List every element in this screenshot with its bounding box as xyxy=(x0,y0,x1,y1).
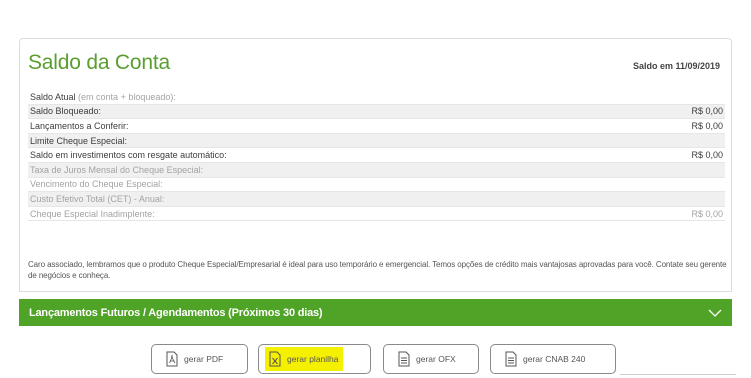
export-ofx-button[interactable]: gerar OFX xyxy=(383,344,479,374)
row-saldo-investimentos: Saldo em investimentos com resgate autom… xyxy=(28,148,725,163)
row-label: Limite Cheque Especial: xyxy=(30,135,128,146)
row-cet-anual: Custo Efetivo Total (CET) - Anual: xyxy=(28,192,725,207)
row-vencimento: Vencimento do Cheque Especial: xyxy=(28,178,725,193)
future-transactions-toggle[interactable]: Lançamentos Futuros / Agendamentos (Próx… xyxy=(19,299,732,326)
row-limite-cheque-especial: Limite Cheque Especial: xyxy=(28,133,725,149)
export-cnab-label: gerar CNAB 240 xyxy=(523,354,586,364)
row-saldo-atual: Saldo Atual (em conta + bloqueado): xyxy=(28,90,725,105)
row-cheque-inadimplente: Cheque Especial Inadimplente: R$ 0,00 xyxy=(28,207,725,222)
balance-date: Saldo em 11/09/2019 xyxy=(632,61,720,71)
row-value: R$ 0,00 xyxy=(691,120,723,131)
balance-rows: Saldo Atual (em conta + bloqueado): Sald… xyxy=(28,90,725,222)
divider xyxy=(620,374,736,375)
row-value: R$ 0,00 xyxy=(691,106,723,117)
account-balance-card: Saldo da Conta Saldo em 11/09/2019 Saldo… xyxy=(19,38,732,292)
row-value: R$ 0,00 xyxy=(691,208,723,219)
export-toolbar: gerar PDF gerar planilha gerar OFX gerar… xyxy=(0,344,751,376)
future-transactions-title: Lançamentos Futuros / Agendamentos (Próx… xyxy=(29,306,323,319)
row-label: Cheque Especial Inadimplente: xyxy=(30,208,155,219)
export-pdf-button[interactable]: gerar PDF xyxy=(151,344,248,374)
export-spreadsheet-button[interactable]: gerar planilha xyxy=(258,344,371,374)
row-label: Saldo Atual (em conta + bloqueado): xyxy=(30,91,176,102)
document-icon xyxy=(505,351,517,367)
export-spreadsheet-label: gerar planilha xyxy=(287,354,339,364)
overdraft-notice: Caro associado, lembramos que o produto … xyxy=(28,260,727,280)
row-lancamentos-conferir: Lançamentos a Conferir: R$ 0,00 xyxy=(28,119,725,134)
row-label: Saldo em investimentos com resgate autom… xyxy=(30,150,227,161)
card-title: Saldo da Conta xyxy=(28,51,170,74)
export-ofx-label: gerar OFX xyxy=(416,354,456,364)
spreadsheet-file-icon xyxy=(269,351,281,367)
row-label: Custo Efetivo Total (CET) - Anual: xyxy=(30,193,165,204)
row-label: Lançamentos a Conferir: xyxy=(30,120,129,131)
export-pdf-label: gerar PDF xyxy=(184,354,224,364)
pdf-file-icon xyxy=(166,351,178,367)
row-label: Taxa de Juros Mensal do Cheque Especial: xyxy=(30,164,204,175)
row-saldo-bloqueado: Saldo Bloqueado: R$ 0,00 xyxy=(28,104,725,120)
row-taxa-juros: Taxa de Juros Mensal do Cheque Especial: xyxy=(28,162,725,178)
row-label: Saldo Bloqueado: xyxy=(30,106,102,117)
row-value: R$ 0,00 xyxy=(691,150,723,161)
chevron-down-icon[interactable] xyxy=(708,306,722,320)
export-cnab-button[interactable]: gerar CNAB 240 xyxy=(490,344,616,374)
document-icon xyxy=(398,351,410,367)
row-label: Vencimento do Cheque Especial: xyxy=(30,179,163,190)
